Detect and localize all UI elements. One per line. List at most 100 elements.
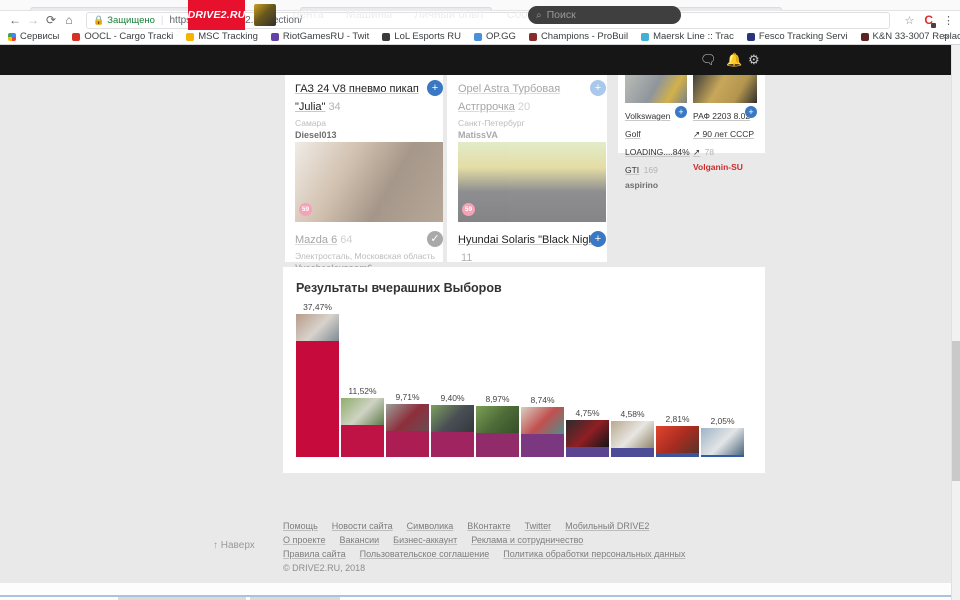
bookmark-label: OOCL - Cargo Tracki bbox=[84, 31, 173, 42]
vote-plus-button[interactable]: + bbox=[427, 80, 443, 96]
candidate-title-link[interactable]: Hyundai Solaris "Black Night" bbox=[458, 234, 602, 246]
vote-plus-button[interactable]: + bbox=[745, 106, 757, 118]
result-percentage-label: 9,71% bbox=[395, 392, 419, 402]
candidate-photo-vw-golf[interactable] bbox=[625, 75, 687, 103]
footer-link[interactable]: Twitter bbox=[525, 521, 552, 531]
candidate-username[interactable]: Volganin-SU bbox=[693, 162, 757, 172]
bookmark-item[interactable]: OOCL - Cargo Tracki bbox=[72, 31, 173, 42]
candidate-photo-raf2203[interactable] bbox=[693, 75, 757, 103]
result-bar[interactable] bbox=[431, 432, 474, 457]
footer-link[interactable]: О проекте bbox=[283, 535, 325, 545]
bookmark-star-icon[interactable]: ☆ bbox=[904, 14, 914, 27]
footer-link[interactable]: Политика обработки персональных данных bbox=[503, 549, 685, 559]
candidate-card-vw-golf: Volkswagen Golf LOADING....84% GTI 169 a… bbox=[625, 75, 687, 190]
result-bar-column[interactable]: 8,74% bbox=[521, 395, 564, 457]
footer-link[interactable]: Пользовательское соглашение bbox=[360, 549, 490, 559]
footer-link[interactable]: Реклама и сотрудничество bbox=[471, 535, 583, 545]
page-scrollbar[interactable] bbox=[951, 45, 960, 600]
result-bar[interactable] bbox=[386, 431, 429, 457]
footer-link[interactable]: Вакансии bbox=[339, 535, 379, 545]
result-bar-column[interactable]: 8,97% bbox=[476, 394, 519, 457]
vote-plus-button[interactable]: + bbox=[590, 80, 606, 96]
result-car-thumbnail[interactable] bbox=[701, 428, 744, 455]
result-car-thumbnail[interactable] bbox=[566, 420, 609, 447]
candidate-username[interactable]: MatissVA bbox=[458, 130, 606, 140]
result-bar-column[interactable]: 37,47% bbox=[296, 302, 339, 457]
lock-icon[interactable]: 🔒 bbox=[93, 15, 104, 26]
forward-icon[interactable]: → bbox=[24, 11, 42, 29]
notifications-bell-icon[interactable]: 🔔 bbox=[726, 52, 742, 68]
result-bar[interactable] bbox=[656, 453, 699, 457]
candidate-title-link[interactable]: ГАЗ 24 V8 пневмо пикап "Julia" bbox=[295, 83, 419, 113]
result-bar-column[interactable]: 4,75% bbox=[566, 408, 609, 457]
vote-plus-button[interactable]: + bbox=[675, 106, 687, 118]
footer-link[interactable]: Правила сайта bbox=[283, 549, 346, 559]
result-car-thumbnail[interactable] bbox=[296, 314, 339, 341]
result-car-thumbnail[interactable] bbox=[431, 405, 474, 432]
bookmark-item[interactable]: RiotGamesRU - Twit bbox=[271, 31, 369, 42]
bookmark-item[interactable]: Champions - ProBuil bbox=[529, 31, 628, 42]
bookmark-item[interactable]: Maersk Line :: Trac bbox=[641, 31, 734, 42]
search-input[interactable]: ⌕ Поиск bbox=[528, 6, 681, 24]
candidate-title-link[interactable]: РАФ 2203 8.02 ↗ 90 лет СССР ↗ bbox=[693, 111, 754, 157]
back-icon[interactable]: ← bbox=[6, 11, 24, 29]
result-bar[interactable] bbox=[701, 455, 744, 457]
result-bar[interactable] bbox=[296, 341, 339, 457]
copyright-text: © DRIVE2.RU, 2018 bbox=[283, 563, 843, 573]
scrollbar-thumb[interactable] bbox=[952, 341, 960, 481]
result-bar[interactable] bbox=[521, 434, 564, 457]
bookmark-item[interactable]: LoL Esports RU bbox=[382, 31, 461, 42]
result-car-thumbnail[interactable] bbox=[521, 407, 564, 434]
candidate-title-link[interactable]: Mazda 6 bbox=[295, 234, 337, 246]
result-bar-column[interactable]: 2,05% bbox=[701, 416, 744, 457]
result-car-thumbnail[interactable] bbox=[341, 398, 384, 425]
result-car-thumbnail[interactable] bbox=[386, 404, 429, 431]
result-bar-column[interactable]: 4,58% bbox=[611, 409, 654, 457]
result-bar[interactable] bbox=[611, 448, 654, 457]
extension-icon[interactable]: C bbox=[924, 13, 933, 27]
candidate-title-link[interactable]: Opel Astra Турбовая Астгррочка bbox=[458, 83, 560, 113]
refresh-icon[interactable]: ⟳ bbox=[42, 11, 60, 29]
candidate-location: Санкт-Петербург bbox=[458, 118, 606, 128]
result-bar-column[interactable]: 2,81% bbox=[656, 414, 699, 457]
footer-link[interactable]: Бизнес-аккаунт bbox=[393, 535, 457, 545]
result-bar-column[interactable]: 11,52% bbox=[341, 386, 384, 457]
footer-link[interactable]: Помощь bbox=[283, 521, 318, 531]
settings-gear-icon[interactable]: ⚙ bbox=[748, 52, 760, 68]
result-car-thumbnail[interactable] bbox=[476, 406, 519, 433]
vote-plus-button[interactable]: + bbox=[590, 231, 606, 247]
bookmarks-bar: Сервисы OOCL - Cargo Tracki MSC Tracking… bbox=[0, 29, 960, 45]
footer-row: Помощь Новости сайта Символика ВКонтакте Twi… bbox=[283, 521, 843, 531]
vote-check-button[interactable]: ✓ bbox=[427, 231, 443, 247]
footer-link[interactable]: Символика bbox=[407, 521, 454, 531]
candidate-photo-hyundai-solaris[interactable]: 59 bbox=[458, 142, 606, 222]
result-bar-column[interactable]: 9,40% bbox=[431, 393, 474, 457]
security-label[interactable]: Защищено bbox=[107, 15, 155, 26]
result-car-thumbnail[interactable] bbox=[656, 426, 699, 453]
nav-item[interactable]: Машины bbox=[346, 9, 392, 21]
result-bar[interactable] bbox=[341, 425, 384, 457]
nav-item[interactable]: Личный опыт bbox=[414, 9, 484, 21]
bookmark-item[interactable]: OP.GG bbox=[474, 31, 516, 42]
avatar[interactable] bbox=[254, 4, 276, 26]
drive2-logo[interactable]: DRIVE2.RU bbox=[188, 0, 245, 30]
back-to-top-link[interactable]: ↑ Наверх bbox=[213, 540, 255, 551]
result-car-thumbnail[interactable] bbox=[611, 421, 654, 448]
result-bar[interactable] bbox=[476, 433, 519, 457]
bookmark-item[interactable]: Сервисы bbox=[8, 31, 59, 42]
candidate-username[interactable]: Diesel013 bbox=[295, 130, 443, 140]
candidate-username[interactable]: aspirino bbox=[625, 180, 687, 190]
bookmark-item[interactable]: MSC Tracking bbox=[186, 31, 258, 42]
footer-link[interactable]: ВКонтакте bbox=[467, 521, 510, 531]
candidate-photo-mazda6[interactable]: 59 bbox=[295, 142, 443, 222]
result-bar[interactable] bbox=[566, 447, 609, 457]
footer-link[interactable]: Новости сайта bbox=[332, 521, 393, 531]
result-bar-column[interactable]: 9,71% bbox=[386, 392, 429, 457]
browser-menu-icon[interactable]: ⋮ bbox=[943, 14, 954, 27]
home-icon[interactable]: ⌂ bbox=[60, 11, 78, 29]
bookmarks-overflow-icon[interactable]: » bbox=[943, 31, 949, 42]
bookmark-item[interactable]: Fesco Tracking Servi bbox=[747, 31, 848, 42]
nav-item[interactable]: Лента bbox=[292, 9, 324, 21]
messages-icon[interactable]: 🗨 bbox=[700, 52, 717, 68]
footer-link[interactable]: Мобильный DRIVE2 bbox=[565, 521, 649, 531]
